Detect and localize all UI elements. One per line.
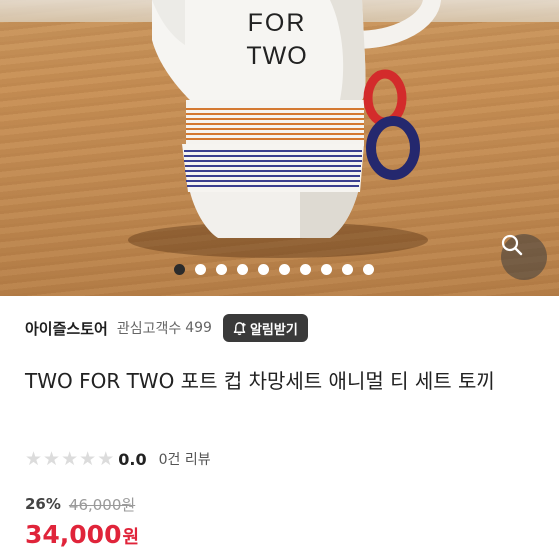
product-title: TWO FOR TWO 포트 컵 차망세트 애니멀 티 세트 토끼 [25,369,495,393]
pagination-dot[interactable] [216,263,227,275]
pagination-dot[interactable] [342,263,353,275]
star-rating: ★ ★ ★ ★ ★ [25,447,115,470]
pagination-dot[interactable] [237,263,248,275]
star-empty-icon: ★ [43,447,61,470]
search-icon [501,234,523,256]
zoom-button[interactable] [501,234,547,280]
image-pagination[interactable] [174,262,374,276]
pagination-dot[interactable] [300,263,311,275]
star-empty-icon: ★ [25,447,43,470]
original-price: 46,000원 [68,495,136,514]
rating[interactable]: ★ ★ ★ ★ ★ 0.0 0건 리뷰 [25,447,211,471]
store-info: 아이즐스토어 관심고객수 499 알림받기 [25,313,308,343]
mug-text-line1: FOR [248,9,307,37]
pagination-dot-active[interactable] [174,263,185,275]
pagination-dot[interactable] [279,263,290,275]
pagination-dot[interactable] [195,263,206,275]
alert-subscribe-button[interactable]: 알림받기 [222,314,308,342]
review-count[interactable]: 0건 리뷰 [159,449,211,469]
bell-plus-icon [233,321,246,335]
mug-set-illustration: FOR TWO [128,0,441,258]
store-name[interactable]: 아이즐스토어 [25,318,108,339]
alert-button-label: 알림받기 [249,322,298,338]
star-empty-icon: ★ [61,447,79,470]
discount-rate: 26% [25,495,61,513]
interest-count: 499 [185,320,212,336]
discount-info: 26% 46,000원 [25,493,135,515]
product-image[interactable]: FOR TWO [0,0,559,296]
sale-price-value: 34,000 [25,520,122,549]
pagination-dot[interactable] [321,263,332,275]
sale-price-unit: 원 [122,527,140,548]
interest-label: 관심고객수 [116,321,182,337]
mug-text-line2: TWO [246,42,307,70]
star-empty-icon: ★ [97,447,115,470]
sale-price: 34,000 원 [25,520,139,554]
pagination-dot[interactable] [363,263,374,275]
rating-value: 0.0 [118,449,147,469]
star-empty-icon: ★ [79,447,97,470]
pagination-dot[interactable] [258,263,269,275]
